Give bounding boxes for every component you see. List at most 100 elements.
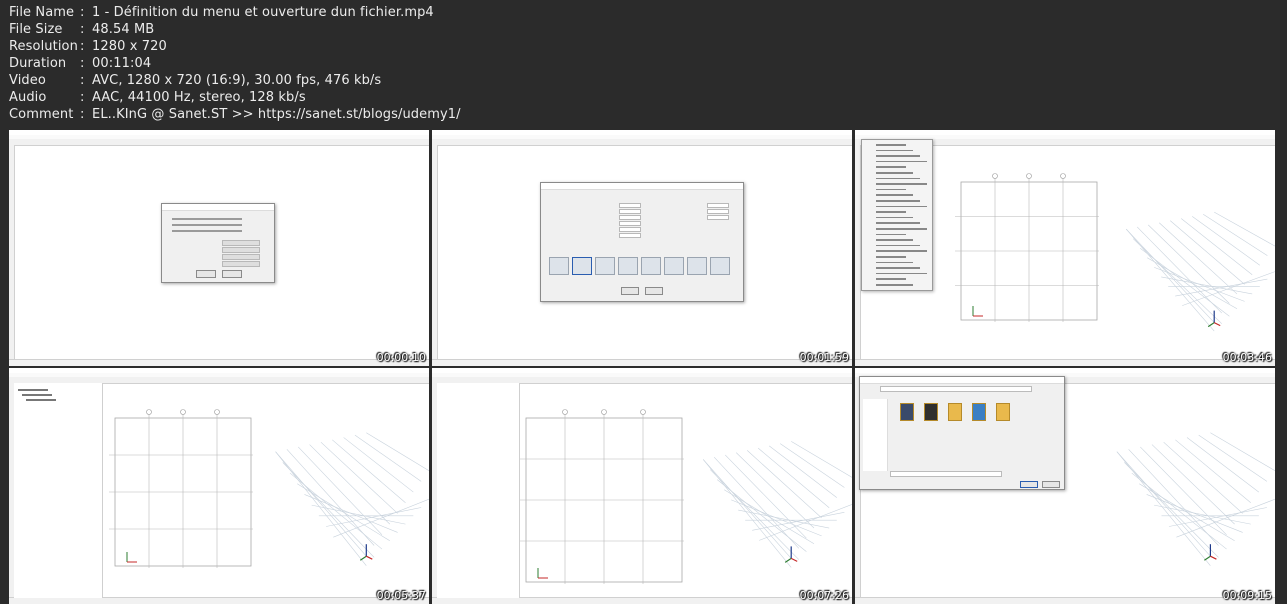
app-toolbar [9, 139, 429, 146]
grid-dimension-field [619, 203, 641, 208]
info-row-audio: Audio: AAC, 44100 Hz, stereo, 128 kb/s [9, 89, 461, 106]
ok-button [621, 287, 639, 295]
info-key: Comment [9, 107, 74, 122]
open-button [1020, 481, 1038, 488]
file-menu-dropdown [861, 139, 933, 291]
grid-dimension-field [619, 209, 641, 214]
cancel-button [1042, 481, 1060, 488]
grid-dimension-field [619, 227, 641, 232]
file-name-field [890, 471, 1002, 477]
three-d-view-grid [1116, 432, 1275, 566]
menu-item [876, 250, 927, 252]
grid-dimension-field [619, 233, 641, 238]
info-key: File Size [9, 22, 63, 37]
app-status-bar [432, 359, 852, 366]
app-status-bar [855, 597, 1275, 604]
info-key: Duration [9, 56, 67, 71]
menu-item [876, 239, 913, 241]
video-thumbnail: 00:01:59 [432, 130, 852, 366]
dialog-field [222, 247, 260, 253]
story-dimension-field [707, 215, 729, 220]
plan-view-grid [955, 173, 1099, 322]
grid-dimension-field [619, 221, 641, 226]
menu-item [876, 160, 927, 163]
app-side-toolbar [432, 145, 438, 360]
info-key: Audio [9, 90, 47, 105]
video-thumbnail: 00:05:37 [9, 368, 429, 604]
cancel-button [645, 287, 663, 295]
cancel-button [222, 270, 242, 278]
video-thumbnail: 00:09:15 [855, 368, 1275, 604]
menu-item [876, 194, 913, 196]
file-item-icon [996, 403, 1010, 421]
menu-item [876, 222, 920, 224]
file-item-icon [972, 403, 986, 421]
app-status-bar [855, 359, 1275, 366]
info-row-duration: Duration:00:11:04 [9, 55, 461, 72]
dialog-option-line [172, 224, 242, 226]
thumbnail-timestamp: 00:01:59 [799, 351, 849, 364]
navigation-pane [863, 399, 888, 471]
dialog-title-bar [162, 204, 274, 211]
video-thumbnail: 00:00:10 [9, 130, 429, 366]
dialog-field [222, 254, 260, 260]
file-item-icon [900, 403, 914, 421]
structural-template-tile [664, 257, 684, 275]
thumbnail-timestamp: 00:07:26 [799, 589, 849, 602]
menu-item [876, 284, 913, 286]
three-d-view-grid [1125, 211, 1275, 332]
thumbnail-timestamp: 00:05:37 [376, 589, 426, 602]
new-model-quick-templates-dialog [540, 182, 744, 302]
menu-item [876, 188, 906, 191]
menu-item [876, 166, 906, 168]
menu-item [876, 205, 927, 208]
model-explorer-tree [14, 383, 103, 598]
dialog-title-bar [860, 377, 1064, 384]
menu-item [876, 261, 913, 264]
video-thumbnail: 00:03:46 [855, 130, 1275, 366]
structural-template-tile [595, 257, 615, 275]
info-value: AVC, 1280 x 720 (16:9), 30.00 fps, 476 k… [92, 73, 382, 88]
tree-item [26, 399, 56, 401]
dialog-field [222, 261, 260, 267]
info-separator: : [80, 90, 85, 105]
tree-item [22, 394, 52, 396]
info-key: File Name [9, 5, 75, 20]
file-info-block: File Name:1 - Définition du menu et ouve… [9, 4, 461, 123]
model-explorer-tree [437, 383, 520, 598]
three-d-view-grid [275, 432, 429, 566]
dialog-title-bar [541, 183, 743, 190]
info-value: EL..KInG @ Sanet.ST >> https://sanet.st/… [92, 107, 461, 122]
dialog-option-line [172, 230, 242, 232]
file-item-icon [948, 403, 962, 421]
three-d-view-grid [702, 441, 852, 568]
structural-template-tile [618, 257, 638, 275]
info-row-resolution: Resolution:1280 x 720 [9, 38, 461, 55]
menu-item [876, 155, 920, 157]
info-row-video: Video: AVC, 1280 x 720 (16:9), 30.00 fps,… [9, 72, 461, 89]
info-value: 00:11:04 [92, 56, 152, 71]
story-dimension-field [707, 209, 729, 214]
info-value: 48.54 MB [92, 22, 155, 37]
structural-template-tile [572, 257, 592, 275]
info-key: Video [9, 73, 46, 88]
menu-item [876, 272, 927, 275]
thumbnail-timestamp: 00:00:10 [376, 351, 426, 364]
menu-item [876, 278, 906, 280]
menu-item [876, 216, 913, 219]
menu-item [876, 183, 927, 185]
app-side-toolbar [9, 145, 15, 360]
menu-item [876, 211, 906, 213]
menu-item [876, 267, 920, 269]
structural-template-tile [549, 257, 569, 275]
info-value: 1280 x 720 [92, 39, 167, 54]
info-separator: : [80, 39, 85, 54]
info-value: 1 - Définition du menu et ouverture dun … [92, 5, 434, 20]
info-key: Resolution [9, 39, 78, 54]
thumbnail-timestamp: 00:09:15 [1222, 589, 1272, 602]
thumbnail-timestamp: 00:03:46 [1222, 351, 1272, 364]
menu-item [876, 144, 906, 146]
info-row-file-size: File Size:48.54 MB [9, 21, 461, 38]
app-status-bar [9, 597, 429, 604]
info-separator: : [80, 22, 85, 37]
